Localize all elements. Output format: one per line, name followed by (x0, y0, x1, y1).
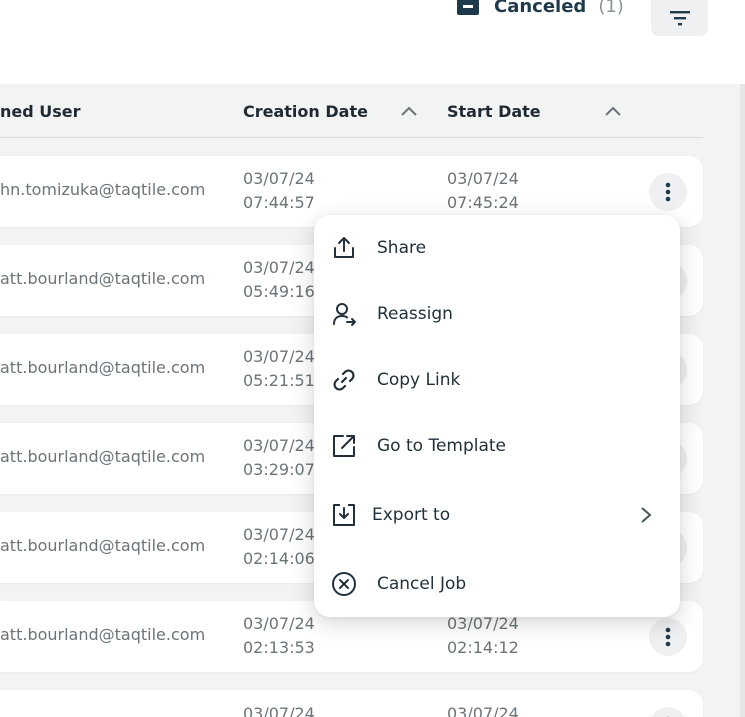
sort-ascending-icon[interactable] (400, 104, 418, 118)
menu-item-reassign[interactable]: Reassign (314, 289, 680, 339)
top-bar: Canceled (1) (0, 0, 745, 84)
creation-time: 03:29:07 (243, 460, 315, 479)
creation-date: 03/07/24 (243, 436, 315, 455)
open-external-icon (333, 435, 355, 457)
menu-item-go-to-template[interactable]: Go to Template (314, 421, 680, 471)
menu-item-label: Export to (372, 505, 451, 525)
chevron-right-icon (641, 507, 652, 523)
menu-item-cancel-job[interactable]: Cancel Job (314, 559, 680, 609)
row-actions-button[interactable] (649, 173, 687, 211)
assigned-user-email: att.bourland@taqtile.com (0, 447, 206, 466)
link-icon (333, 369, 355, 391)
assigned-user-email: att.bourland@taqtile.com (0, 358, 206, 377)
cancel-circle-icon (332, 572, 356, 596)
canceled-filter-label: Canceled (494, 0, 587, 17)
canceled-filter-chip[interactable]: Canceled (1) (456, 0, 624, 18)
creation-time: 02:14:06 (243, 549, 315, 568)
row-actions-button[interactable] (649, 618, 687, 656)
menu-item-label: Cancel Job (377, 574, 467, 594)
sort-ascending-icon[interactable] (604, 104, 622, 118)
creation-date: 03/07/24 (243, 614, 315, 633)
filter-button[interactable] (651, 0, 708, 36)
start-time: 02:14:12 (447, 638, 519, 657)
export-icon (333, 504, 355, 526)
creation-date: 03/07/24 (243, 169, 315, 188)
scrollbar-thumb[interactable] (740, 84, 745, 717)
creation-time: 07:44:57 (243, 193, 315, 212)
reassign-icon (333, 303, 356, 326)
canceled-filter-count: (1) (598, 0, 624, 17)
menu-item-label: Go to Template (377, 436, 507, 456)
creation-time: 02:13:53 (243, 638, 315, 657)
start-date: 03/07/24 (447, 169, 519, 188)
creation-time: 05:21:51 (243, 371, 315, 390)
menu-item-copy-link[interactable]: Copy Link (314, 355, 680, 405)
start-time: 07:45:24 (447, 193, 519, 212)
start-date: 03/07/24 (447, 704, 519, 717)
menu-item-share[interactable]: Share (314, 223, 680, 273)
creation-time: 05:49:16 (243, 282, 315, 301)
assigned-user-email: att.bourland@taqtile.com (0, 269, 206, 288)
assigned-user-email: att.bourland@taqtile.com (0, 536, 206, 555)
assigned-user-email: att.bourland@taqtile.com (0, 625, 206, 644)
archive-box-icon (457, 0, 479, 15)
menu-item-export-to[interactable]: Export to (314, 490, 680, 540)
share-icon (334, 237, 354, 258)
header-start-date[interactable]: Start Date (447, 102, 541, 121)
filter-lines-icon (669, 11, 690, 26)
more-vertical-icon (665, 627, 671, 647)
table-row[interactable]: 03/07/24 03/07/24 (0, 690, 703, 717)
creation-date: 03/07/24 (243, 525, 315, 544)
table-header: ned User Creation Date Start Date (0, 84, 703, 138)
creation-date: 03/07/24 (243, 258, 315, 277)
row-context-menu: Share Reassign Copy Link Go to Template … (314, 215, 680, 617)
menu-item-label: Share (377, 238, 427, 258)
more-vertical-icon (665, 182, 671, 202)
creation-date: 03/07/24 (243, 704, 315, 717)
menu-item-label: Copy Link (377, 370, 461, 390)
menu-item-label: Reassign (377, 304, 453, 324)
creation-date: 03/07/24 (243, 347, 315, 366)
header-creation-date[interactable]: Creation Date (243, 102, 368, 121)
assigned-user-email: hn.tomizuka@taqtile.com (0, 180, 206, 199)
row-actions-button[interactable] (649, 707, 687, 717)
header-assigned-user[interactable]: ned User (0, 102, 81, 121)
vertical-scrollbar[interactable] (740, 84, 745, 717)
